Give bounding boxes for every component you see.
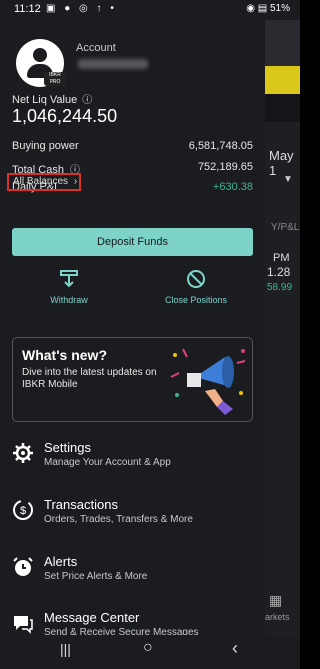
notification-icons: ▣ ● ◎ ↑ • [46,3,117,14]
bg-change: 58.99 [267,282,293,293]
all-balances-link[interactable]: All Balances › [7,173,81,191]
message-center-subtitle: Send & Receive Secure Messages [44,627,199,635]
status-right: ◉ ▤ 51% [246,3,290,14]
chat-icon [14,616,33,634]
gear-icon [13,443,33,463]
account-label: Account [76,42,116,54]
status-bar: 11:12 ▣ ● ◎ ↑ • ◉ ▤ 51% [0,0,300,20]
settings-subtitle: Manage Your Account & App [44,457,171,468]
message-center-title: Message Center [44,610,140,625]
no-entry-icon [160,268,232,295]
home-icon[interactable]: ○ [143,639,153,657]
buying-power-label: Buying power [12,140,79,152]
buying-power-row: Buying power 6,581,748.05 [12,140,253,152]
bg-pm: PM [273,252,290,264]
net-liq-text: Net Liq Value [12,94,78,106]
withdraw-label: Withdraw [50,295,88,305]
withdraw-icon [40,268,98,295]
deposit-funds-button[interactable]: Deposit Funds [12,228,253,256]
bg-markets-label[interactable]: arkets [265,612,290,622]
close-positions-button[interactable]: Close Positions [160,268,232,305]
megaphone-icon [170,348,246,415]
recents-icon[interactable]: ||| [60,641,71,657]
bg-date: May 1 [269,148,294,178]
net-liq-value: 1,046,244.50 [12,106,118,126]
withdraw-button[interactable]: Withdraw [40,268,98,305]
alerts-title: Alerts [44,554,78,569]
account-id-redacted [78,59,148,69]
status-time: 11:12 [14,3,41,15]
buying-power-value: 6,581,748.05 [188,140,253,152]
daily-pl-value: +630.38 [212,181,253,193]
svg-text:$: $ [20,505,26,517]
ibkr-pro-badge: IBKR PRO [44,72,66,86]
close-positions-label: Close Positions [164,295,228,305]
bg-header [265,20,300,66]
avatar[interactable]: IBKR PRO [16,39,66,87]
whats-new-title: What's new? [22,347,107,363]
avatar-head [33,48,47,62]
signal-icons: ◉ ▤ [246,3,268,14]
whats-new-text: Dive into the latest updates on IBKR Mob… [22,367,157,390]
settings-title: Settings [44,440,91,455]
net-liq-label: Net Liq Value ⓘ [12,91,92,106]
all-balances-label: All Balances [13,176,69,187]
navigation-drawer: IBKR PRO Account Net Liq Value ⓘ 1,046,2… [0,20,265,635]
battery-level: 51% [269,3,290,14]
bg-pl-label: Y/P&L [271,222,300,233]
background-app: ▼ May 1 Y/P&L PM 1.28 58.99 ▦ arkets [265,20,300,635]
system-nav-bar: ||| ○ ‹ [0,635,300,669]
bg-yellow-bar [265,66,300,94]
alerts-subtitle: Set Price Alerts & More [44,571,148,582]
bg-dark-bar: ▼ [265,94,300,185]
transactions-subtitle: Orders, Trades, Transfers & More [44,514,193,525]
bg-value: 1.28 [267,265,291,279]
total-cash-value: 752,189.65 [197,161,253,173]
whats-new-card[interactable]: What's new? Dive into the latest updates… [12,337,253,422]
chevron-right-icon: › [73,176,78,187]
dollar-clock-icon: $ [13,500,33,520]
alarm-clock-icon [13,557,33,576]
info-icon[interactable]: ⓘ [82,95,92,106]
back-icon[interactable]: ‹ [232,638,238,659]
transactions-title: Transactions [44,497,118,512]
markets-icon[interactable]: ▦ [269,592,282,609]
